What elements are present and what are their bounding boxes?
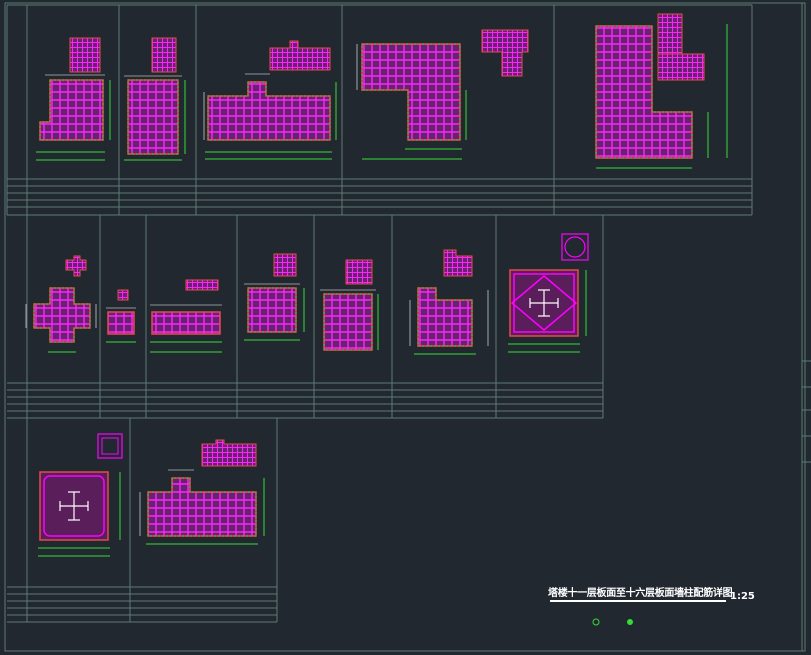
column-detail-2 xyxy=(124,37,186,161)
drawing-title-block: 塔楼十一层板面至十六层板面墙柱配筋详图 1:25 xyxy=(548,584,768,608)
column-detail-6 xyxy=(25,255,97,353)
column-detail-5 xyxy=(595,13,728,169)
right-margin-marks xyxy=(802,360,811,463)
cad-drawing-canvas xyxy=(4,2,811,652)
column-detail-7 xyxy=(106,289,136,343)
column-detail-13 xyxy=(38,433,123,557)
column-detail-14 xyxy=(139,439,265,545)
drawing-title: 塔楼十一层板面至十六层板面墙柱配筋详图 xyxy=(548,588,733,599)
column-detail-8 xyxy=(150,279,222,353)
title-underline xyxy=(550,600,726,602)
column-detail-9 xyxy=(244,253,305,341)
column-detail-11 xyxy=(409,249,489,355)
marker-dot-icon xyxy=(627,619,633,625)
marker-circle-icon xyxy=(592,618,600,626)
column-detail-1 xyxy=(36,37,111,161)
column-detail-3 xyxy=(203,40,337,160)
drawing-scale: 1:25 xyxy=(730,591,755,602)
column-detail-12 xyxy=(508,233,589,353)
column-detail-4 xyxy=(356,29,529,160)
column-detail-10 xyxy=(320,259,379,351)
